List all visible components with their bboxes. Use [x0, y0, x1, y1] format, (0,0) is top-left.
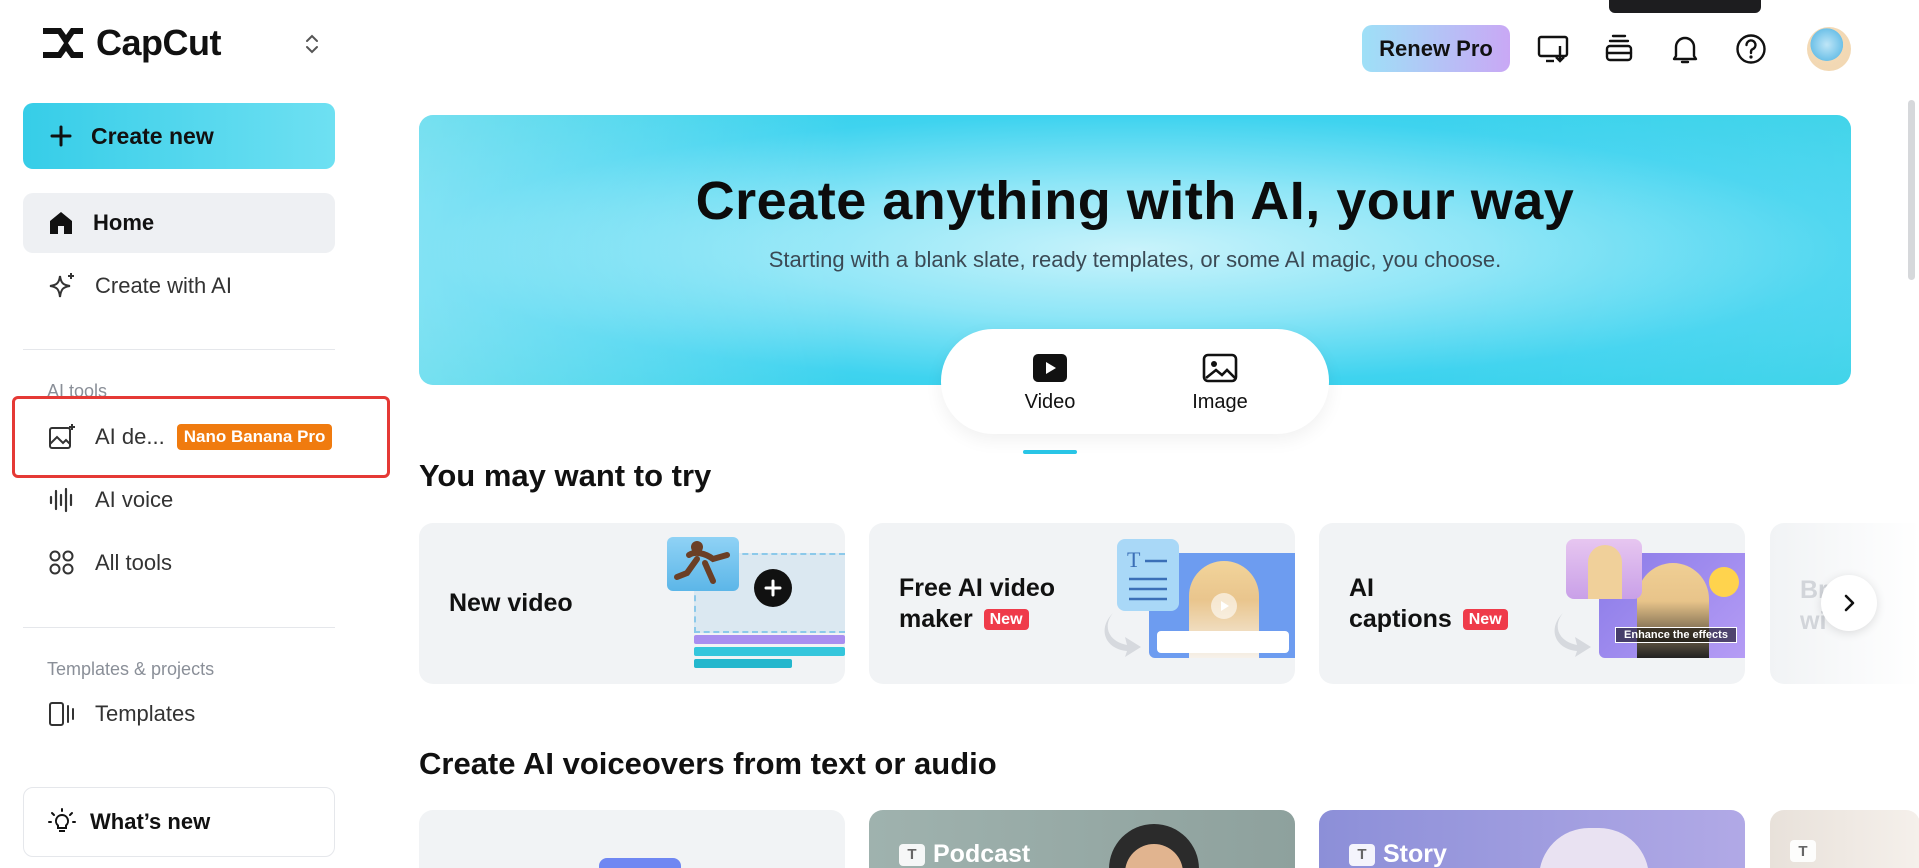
media-type-switch: Video Image — [941, 329, 1329, 454]
sidebar-item-label: AI voice — [95, 487, 174, 512]
image-icon — [1202, 353, 1238, 383]
carousel-next-button[interactable] — [1821, 575, 1877, 631]
caption-overlay-text: Enhance the effects — [1615, 627, 1737, 643]
sidebar-item-label: Create with AI — [95, 273, 232, 298]
divider — [23, 349, 335, 350]
voice-card-label: T Story — [1349, 840, 1447, 868]
tooltip — [1609, 0, 1761, 13]
tab-video[interactable]: Video — [995, 353, 1105, 454]
card-title-line1: AI — [1349, 574, 1374, 602]
new-badge: New — [983, 609, 1029, 630]
cat-figure — [1539, 828, 1649, 868]
hero-title: Create anything with AI, your way — [695, 171, 1575, 231]
storage-stack-icon[interactable] — [1600, 30, 1638, 68]
voice-card-partial[interactable]: T — [1770, 810, 1919, 868]
chevron-right-icon — [1844, 594, 1855, 612]
timeline-track — [694, 659, 792, 668]
scrollbar[interactable] — [1908, 100, 1915, 280]
sidebar-item-label: Templates — [95, 701, 196, 726]
capcut-logo[interactable]: CapCut — [40, 22, 222, 64]
renew-pro-button[interactable]: Renew Pro — [1362, 25, 1510, 72]
emoji-sticker-icon — [1709, 567, 1739, 597]
podcast-host-figure — [1109, 824, 1199, 868]
templates-section-title: Templates & projects — [47, 659, 215, 679]
tab-image[interactable]: Image — [1165, 353, 1275, 434]
dancer-thumbnail — [667, 537, 739, 591]
card-title: AI captions New — [1349, 573, 1508, 635]
card-title: Free AI video maker New — [899, 573, 1055, 635]
app-root: CapCut Create new Home Create with AI AI… — [0, 0, 1919, 868]
card-title: New video — [449, 589, 573, 617]
logo-text: CapCut — [96, 22, 222, 63]
play-icon — [1211, 593, 1237, 619]
card-title-line2: maker — [899, 605, 973, 633]
text-doc-icon: T — [1117, 539, 1179, 611]
card-title-line1: Free AI video — [899, 574, 1056, 602]
voice-card-label-text: Story — [1383, 840, 1447, 868]
voice-card-label: T — [1790, 840, 1816, 862]
tab-label: Image — [1192, 391, 1248, 413]
hero-subtitle: Starting with a blank slate, ready templ… — [768, 247, 1502, 272]
svg-text:T: T — [1127, 547, 1141, 572]
voice-card-story[interactable]: T Story — [1319, 810, 1745, 868]
video-play-icon — [1033, 354, 1067, 382]
sidebar: CapCut Create new Home Create with AI AI… — [0, 0, 390, 868]
voice-card-graphic — [599, 858, 681, 868]
curved-arrow-icon — [1554, 613, 1591, 657]
voice-section-heading: Create AI voiceovers from text or audio — [419, 746, 997, 781]
voice-wave-icon — [49, 487, 73, 513]
sidebar-item-home[interactable]: Home — [23, 193, 335, 253]
timeline-track — [694, 635, 845, 644]
templates-icon — [49, 702, 74, 726]
capcut-logo-icon — [43, 28, 83, 58]
sidebar-item-label: All tools — [95, 550, 173, 575]
user-avatar[interactable] — [1807, 27, 1851, 71]
whats-new-button[interactable]: What’s new — [23, 787, 335, 857]
try-section-heading: You may want to try — [419, 458, 712, 493]
bell-icon[interactable] — [1666, 30, 1704, 68]
home-icon — [50, 212, 72, 234]
curved-arrow-icon — [1104, 613, 1141, 657]
caption-strip — [1157, 631, 1289, 653]
create-new-label: Create new — [91, 122, 214, 149]
divider — [23, 627, 335, 628]
text-t-icon: T — [1349, 843, 1375, 866]
new-badge: New — [1462, 609, 1508, 630]
free-ai-video-maker-card[interactable]: Free AI video maker New T — [869, 523, 1295, 684]
highlight-annotation-box — [12, 396, 390, 478]
add-plus-icon — [754, 569, 792, 607]
voice-card-label-text: Podcast — [933, 840, 1031, 868]
plus-icon — [50, 125, 72, 147]
voice-card-label: T Podcast — [899, 840, 1030, 868]
tab-label: Video — [1024, 391, 1076, 413]
sidebar-item-ai-voice[interactable]: AI voice — [23, 470, 335, 530]
ai-captions-card[interactable]: AI captions New Enhance the effects — [1319, 523, 1745, 684]
sidebar-item-templates[interactable]: Templates — [23, 684, 335, 744]
timeline-track — [694, 647, 845, 656]
portrait-figure — [1588, 545, 1622, 599]
voice-card-1[interactable] — [419, 810, 845, 868]
help-icon[interactable] — [1732, 30, 1770, 68]
workspace-switch-icon[interactable] — [300, 30, 324, 58]
voice-card-podcast[interactable]: T Podcast — [869, 810, 1295, 868]
face — [1125, 844, 1183, 868]
sidebar-item-all-tools[interactable]: All tools — [23, 533, 335, 593]
sidebar-item-create-with-ai[interactable]: Create with AI — [23, 256, 335, 316]
sidebar-item-label: Home — [93, 210, 155, 235]
lightbulb-icon — [48, 808, 76, 832]
whats-new-label: What’s new — [90, 809, 211, 834]
woman-figure — [1637, 563, 1709, 658]
text-t-icon: T — [899, 843, 925, 866]
grid-icon — [49, 550, 74, 575]
portrait-thumbnail — [1566, 539, 1642, 599]
download-desktop-icon[interactable] — [1534, 30, 1572, 68]
create-new-button[interactable]: Create new — [23, 103, 335, 169]
card-title-line2: captions — [1349, 605, 1452, 633]
sparkle-icon — [49, 273, 74, 298]
new-video-card[interactable]: New video — [419, 523, 845, 684]
text-t-icon: T — [1790, 840, 1816, 862]
